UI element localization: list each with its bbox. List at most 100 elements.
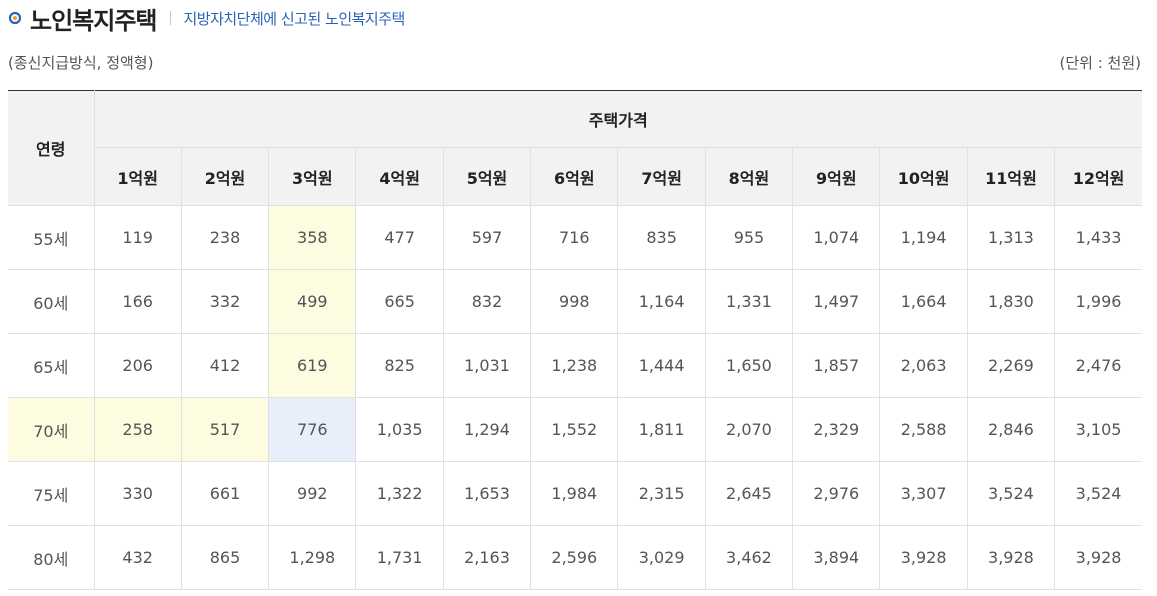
price-header-1: 1억원 [94,147,182,206]
value-cell: 1,164 [617,269,706,334]
value-cell: 1,331 [705,269,794,334]
value-cell: 358 [268,205,357,270]
value-cell: 1,444 [617,333,706,398]
value-cell: 238 [181,205,270,270]
value-cell: 661 [181,461,270,526]
value-cell: 665 [355,269,444,334]
value-cell: 3,524 [1054,461,1142,526]
value-cell: 3,524 [967,461,1056,526]
value-cell: 998 [530,269,619,334]
value-cell: 955 [705,205,794,270]
table-row: 80세 432 865 1,298 1,731 2,163 2,596 3,029 3,462 3… [8,525,1142,590]
value-cell: 3,928 [1054,525,1142,590]
value-cell: 2,070 [705,397,794,462]
table-header-row: 연령 주택가격 [8,90,1142,206]
value-cell: 166 [94,269,182,334]
value-cell: 1,830 [967,269,1056,334]
price-header-10: 10억원 [879,147,968,206]
value-cell: 1,653 [443,461,532,526]
price-header-row: 1억원 2억원 3억원 4억원 5억원 6억원 7억원 8억원 9억원 10억원 11억원 12억원 [8,147,1142,206]
value-cell: 1,433 [1054,205,1142,270]
value-cell: 1,035 [355,397,444,462]
age-cell: 70세 [8,397,95,462]
value-cell: 2,476 [1054,333,1142,398]
value-cell: 2,063 [879,333,968,398]
table-row: 55세 119 238 358 477 597 716 835 955 1,074 1,194 1,3… [8,205,1142,270]
age-column-header: 연령 [8,90,95,206]
value-cell: 258 [94,397,182,462]
value-cell: 2,329 [792,397,881,462]
value-cell: 992 [268,461,357,526]
value-cell: 517 [181,397,270,462]
section-bullet-icon [8,11,22,25]
age-cell: 80세 [8,525,95,590]
age-cell: 60세 [8,269,95,334]
value-cell: 2,976 [792,461,881,526]
value-cell: 1,238 [530,333,619,398]
value-cell: 2,588 [879,397,968,462]
pension-table: 연령 주택가격 1억원 2억원 3억원 4억원 5억원 6억원 7억원 8억원 9억원 10억원 1… [8,90,1142,590]
price-header-8: 8억원 [705,147,794,206]
value-cell: 2,269 [967,333,1056,398]
price-header-9: 9억원 [792,147,881,206]
price-header-12: 12억원 [1054,147,1142,206]
value-cell: 1,650 [705,333,794,398]
table-row: 75세 330 661 992 1,322 1,653 1,984 2,315 2,645 2,9… [8,461,1142,526]
table-body: 55세 119 238 358 477 597 716 835 955 1,074 1,194 1,3… [8,205,1142,590]
value-cell: 1,811 [617,397,706,462]
value-cell: 3,029 [617,525,706,590]
value-cell: 2,645 [705,461,794,526]
value-cell: 1,313 [967,205,1056,270]
value-cell: 1,497 [792,269,881,334]
value-cell: 835 [617,205,706,270]
price-header-6: 6억원 [530,147,619,206]
unit-note: (단위 : 천원) [1059,54,1142,72]
value-cell: 3,928 [967,525,1056,590]
age-cell: 65세 [8,333,95,398]
value-cell: 1,996 [1054,269,1142,334]
value-cell: 2,596 [530,525,619,590]
value-cell: 1,294 [443,397,532,462]
page-subtitle: 지방자치단체에 신고된 노인복지주택 [183,9,405,28]
value-cell: 2,163 [443,525,532,590]
value-cell: 1,552 [530,397,619,462]
house-price-group-header: 주택가격 [94,90,1142,148]
value-cell: 477 [355,205,444,270]
price-header-5: 5억원 [443,147,532,206]
value-cell: 3,462 [705,525,794,590]
value-cell: 597 [443,205,532,270]
page-title: 노인복지주택 [30,6,157,35]
value-cell: 1,322 [355,461,444,526]
value-cell: 1,074 [792,205,881,270]
value-cell: 3,894 [792,525,881,590]
price-header-7: 7억원 [617,147,706,206]
age-cell: 55세 [8,205,95,270]
price-header-11: 11억원 [967,147,1056,206]
value-cell: 1,194 [879,205,968,270]
price-header-2: 2억원 [181,147,270,206]
value-cell: 332 [181,269,270,334]
value-cell: 1,984 [530,461,619,526]
payment-type-note: (종신지급방식, 정액형) [8,54,154,72]
value-cell: 832 [443,269,532,334]
value-cell: 1,857 [792,333,881,398]
value-cell: 619 [268,333,357,398]
value-cell: 206 [94,333,182,398]
value-cell: 432 [94,525,182,590]
value-cell: 412 [181,333,270,398]
value-cell: 1,031 [443,333,532,398]
value-cell: 776 [268,397,357,462]
title-divider [170,11,172,25]
table-row: 70세 258 517 776 1,035 1,294 1,552 1,811 2,070 2,3… [8,397,1142,462]
value-cell: 2,315 [617,461,706,526]
value-cell: 330 [94,461,182,526]
value-cell: 865 [181,525,270,590]
value-cell: 3,928 [879,525,968,590]
value-cell: 1,298 [268,525,357,590]
price-header-4: 4억원 [355,147,444,206]
value-cell: 716 [530,205,619,270]
table-row: 65세 206 412 619 825 1,031 1,238 1,444 1,650 1,857… [8,333,1142,398]
value-cell: 119 [94,205,182,270]
price-header-3: 3억원 [268,147,357,206]
value-cell: 499 [268,269,357,334]
